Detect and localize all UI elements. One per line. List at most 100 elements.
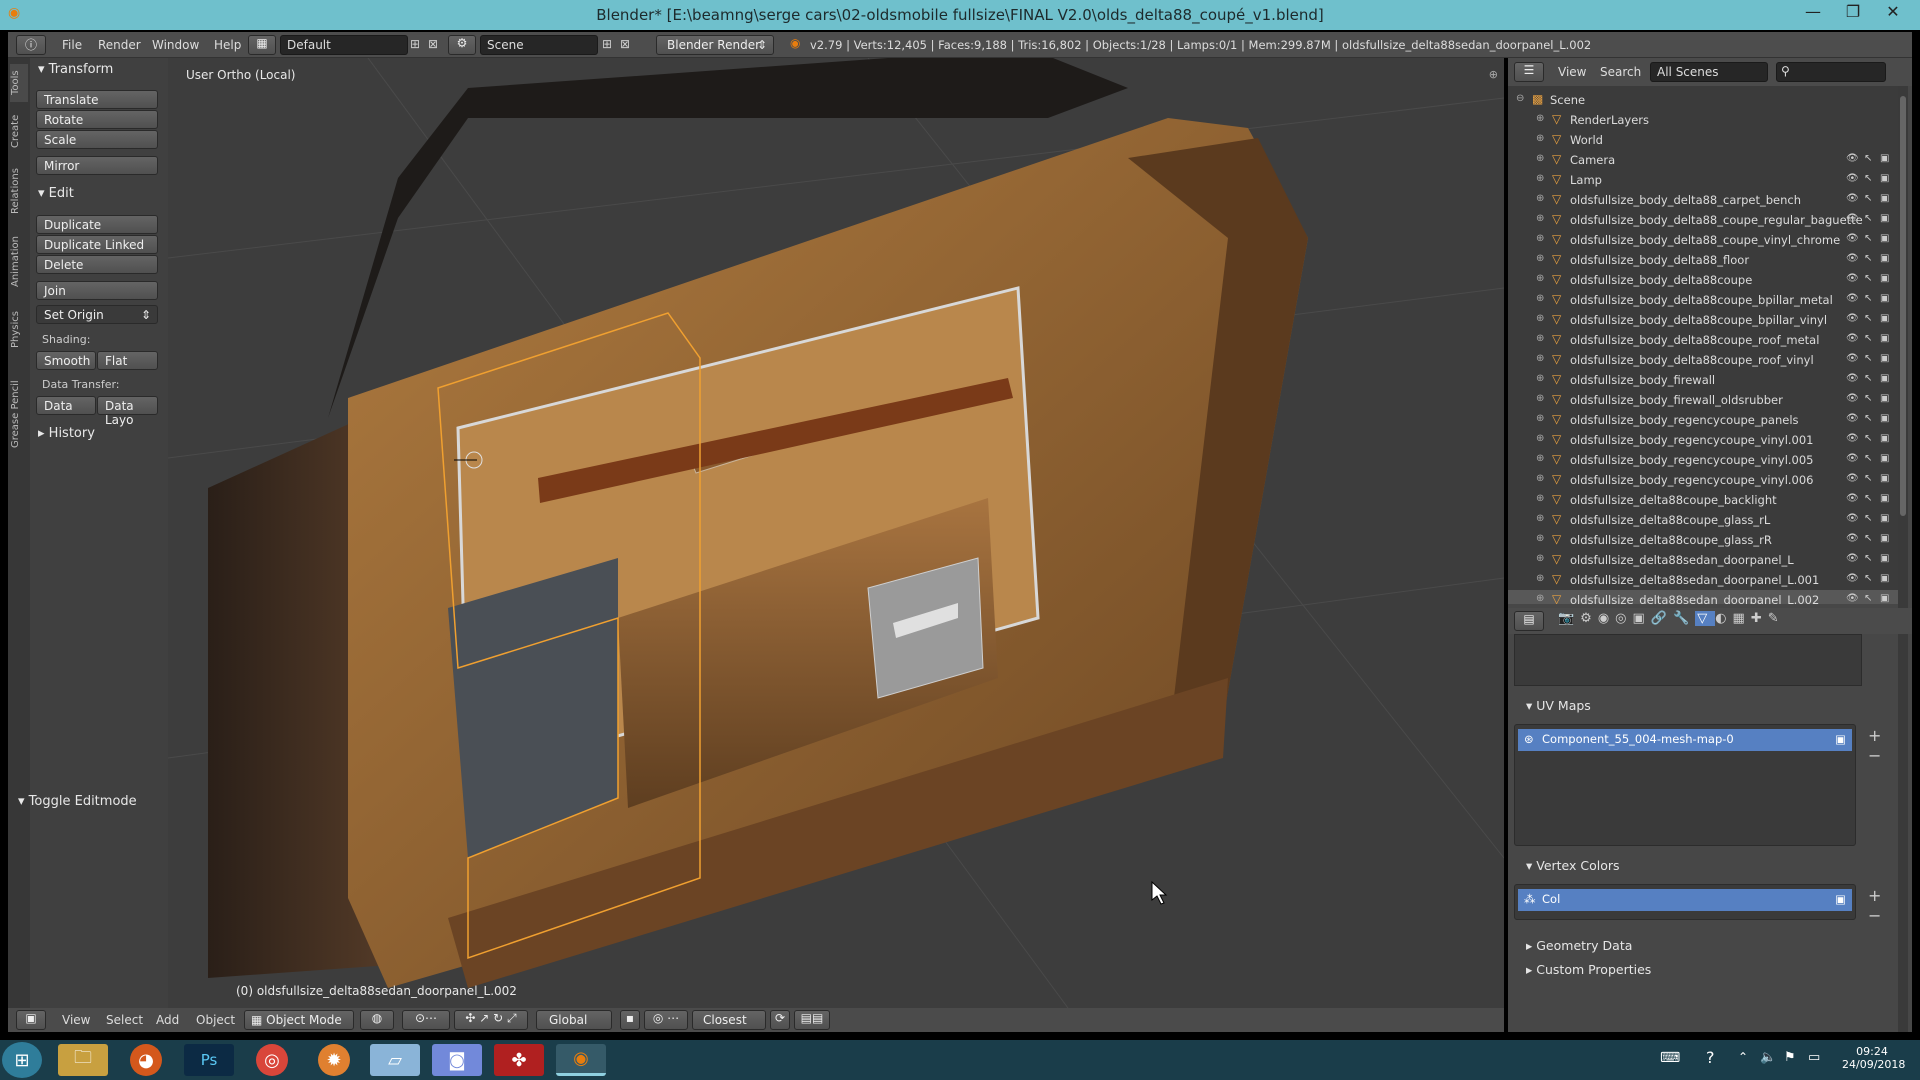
outliner-item-name[interactable]: oldsfullsize_body_firewall [1570,373,1715,387]
tab-grease-pencil[interactable]: Grease Pencil [10,364,28,464]
outliner-item-name[interactable]: oldsfullsize_body_delta88_coupe_regular_… [1570,213,1863,227]
cursor-select-icon[interactable]: ↖ [1864,333,1872,344]
expand-toggle-icon[interactable]: ⊕ [1536,433,1544,444]
render-camera-icon[interactable]: ▣ [1880,533,1889,544]
render-camera-icon[interactable]: ▣ [1880,153,1889,164]
menu-help[interactable]: Help [214,38,241,52]
outliner-row[interactable]: ⊕ ▽ oldsfullsize_body_regencycoupe_vinyl.0… [1508,450,1898,470]
render-camera-icon[interactable]: ▣ [1880,293,1889,304]
expand-toggle-icon[interactable]: ⊕ [1536,253,1544,264]
uv-map-item[interactable]: ⊛ Component_55_004-mesh-map-0 ▣ [1518,729,1852,751]
outliner-row[interactable]: ⊕ ▽ oldsfullsize_body_delta88coupe 👁 ↖ ▣ [1508,270,1898,290]
render-camera-icon[interactable]: ▣ [1880,373,1889,384]
outliner-item-name[interactable]: oldsfullsize_body_delta88coupe [1570,273,1752,287]
eye-icon[interactable]: 👁 [1846,553,1859,564]
expand-toggle-icon[interactable]: ⊕ [1536,533,1544,544]
clock[interactable]: 09:24 24/09/2018 [1842,1045,1905,1071]
operator-panel-header[interactable]: ▾ Toggle Editmode [18,794,137,809]
3d-viewport[interactable]: User Ortho (Local) (0) oldsfullsize_delt… [168,58,1504,1008]
render-camera-icon[interactable]: ▣ [1880,213,1889,224]
expand-toggle-icon[interactable]: ⊕ [1536,273,1544,284]
menu-window[interactable]: Window [152,38,199,52]
scale-button[interactable]: Scale [36,130,158,149]
close-button[interactable]: ✕ [1878,2,1908,21]
render-camera-icon[interactable]: ▣ [1880,253,1889,264]
eye-icon[interactable]: 👁 [1846,193,1859,204]
blender-taskbar-icon[interactable]: ◉ [556,1044,606,1076]
outliner-row[interactable]: ⊕ ▽ RenderLayers [1508,110,1898,130]
vertex-color-item[interactable]: ⁂ Col ▣ [1518,889,1852,911]
render-camera-icon[interactable]: ▣ [1880,573,1889,584]
render-camera-icon[interactable]: ▣ [1880,593,1889,604]
help-icon[interactable]: ? [1706,1048,1715,1067]
vertex-colors-list[interactable]: ⁂ Col ▣ [1514,884,1856,920]
remove-scene-icon[interactable]: ⊠ [620,37,630,51]
outliner-row[interactable]: ⊕ ▽ oldsfullsize_body_delta88coupe_bpillar… [1508,310,1898,330]
tab-tools[interactable]: Tools [10,64,28,102]
scene-icon[interactable]: ⚙ [448,35,476,55]
outliner-row[interactable]: ⊕ ▽ oldsfullsize_body_delta88_floor 👁 ↖ ▣ [1508,250,1898,270]
expand-toggle-icon[interactable]: ⊕ [1536,513,1544,524]
render-camera-icon[interactable]: ▣ [1880,553,1889,564]
outliner-row[interactable]: ⊕ ▽ oldsfullsize_body_firewall_oldsrubber 👁… [1508,390,1898,410]
transform-orientation-dropdown[interactable]: Global [536,1010,612,1030]
render-camera-icon[interactable]: ▣ [1880,353,1889,364]
outliner-row[interactable]: ⊕ ▽ oldsfullsize_body_delta88coupe_bpillar… [1508,290,1898,310]
outliner-item-name[interactable]: oldsfullsize_body_firewall_oldsrubber [1570,393,1783,407]
expand-toggle-icon[interactable]: ⊕ [1536,153,1544,164]
tab-physics[interactable]: Physics [10,302,28,358]
expand-toggle-icon[interactable]: ⊕ [1536,233,1544,244]
eye-icon[interactable]: 👁 [1846,453,1859,464]
outliner-item-name[interactable]: oldsfullsize_body_delta88coupe_roof_meta… [1570,333,1819,347]
outliner-row[interactable]: ⊕ ▽ oldsfullsize_body_regencycoupe_panels 👁… [1508,410,1898,430]
active-render-icon[interactable]: ▣ [1835,732,1846,746]
cursor-select-icon[interactable]: ↖ [1864,273,1872,284]
vertex-groups-list[interactable] [1514,634,1862,686]
outliner-row[interactable]: ⊕ ▽ oldsfullsize_delta88coupe_glass_rL 👁 ↖ ▣ [1508,510,1898,530]
outliner-item-name[interactable]: oldsfullsize_body_delta88coupe_roof_viny… [1570,353,1814,367]
render-camera-icon[interactable]: ▣ [1880,193,1889,204]
render-preview-button[interactable]: ▤▤ [794,1010,830,1030]
outliner-item-name[interactable]: oldsfullsize_delta88sedan_doorpanel_L.00… [1570,593,1819,604]
render-camera-icon[interactable]: ▣ [1880,393,1889,404]
tab-animation[interactable]: Animation [10,228,28,296]
eye-icon[interactable]: 👁 [1846,573,1859,584]
app-icon[interactable]: ✹ [318,1044,350,1076]
chrome-icon[interactable]: ◎ [256,1044,288,1076]
outliner-row[interactable]: ⊕ ▽ oldsfullsize_delta88sedan_doorpanel_L.… [1508,570,1898,590]
maximize-button[interactable]: ❐ [1838,2,1868,21]
editor-type-properties-icon[interactable]: ▤ [1514,611,1544,631]
outliner-row[interactable]: ⊕ ▽ oldsfullsize_body_regencycoupe_vinyl.0… [1508,470,1898,490]
snap-toggle-button[interactable]: ⟳ [770,1010,790,1030]
outliner-item-name[interactable]: Lamp [1570,173,1602,187]
eye-icon[interactable]: 👁 [1846,153,1859,164]
render-camera-icon[interactable]: ▣ [1880,273,1889,284]
outliner-row[interactable]: ⊕ ▽ oldsfullsize_body_delta88coupe_roof_me… [1508,330,1898,350]
duplicate-button[interactable]: Duplicate [36,215,158,234]
rotate-button[interactable]: Rotate [36,110,158,129]
eye-icon[interactable]: 👁 [1846,353,1859,364]
notepad-icon[interactable]: ▱ [370,1044,420,1076]
geometry-data-panel-header[interactable]: ▸ Geometry Data [1526,938,1632,953]
outliner-row[interactable]: ⊕ ▽ World [1508,130,1898,150]
viewport-shading-button[interactable]: ◍ [360,1010,394,1030]
cursor-select-icon[interactable]: ↖ [1864,473,1872,484]
cursor-select-icon[interactable]: ↖ [1864,533,1872,544]
render-camera-icon[interactable]: ▣ [1880,433,1889,444]
expand-toggle-icon[interactable]: ⊕ [1536,593,1544,604]
flat-button[interactable]: Flat [97,351,158,370]
menu-object[interactable]: Object [196,1013,235,1027]
expand-toggle-icon[interactable]: ⊕ [1536,553,1544,564]
scene-field[interactable]: Scene [480,35,598,55]
tab-relations[interactable]: Relations [10,160,28,222]
outliner-tree[interactable]: ⊖ ▩ Scene ⊕ ▽ RenderLayers ⊕ ▽ World ⊕ ▽ Camera 👁 ↖ ▣ ⊕… [1508,86,1898,604]
eye-icon[interactable]: 👁 [1846,233,1859,244]
render-engine-dropdown[interactable]: Blender Render ⇕ [656,35,774,55]
editor-type-3d-icon[interactable]: ▣ [16,1010,46,1030]
eye-icon[interactable]: 👁 [1846,253,1859,264]
render-camera-icon[interactable]: ▣ [1880,513,1889,524]
eye-icon[interactable]: 👁 [1846,413,1859,424]
eye-icon[interactable]: 👁 [1846,393,1859,404]
data-transfer-button[interactable]: Data [36,396,96,415]
expand-toggle-icon[interactable]: ⊕ [1536,133,1544,144]
